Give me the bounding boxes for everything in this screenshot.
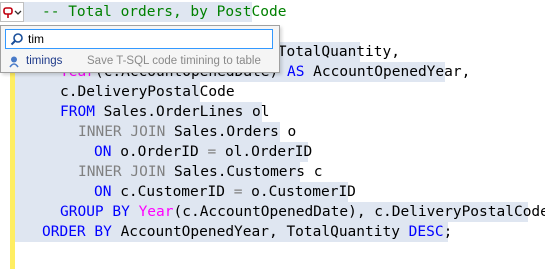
code-token: -- Total orders, by PostCode: [42, 4, 287, 20]
code-line: ORDER BY AccountOpenedYear, TotalQuantit…: [42, 222, 452, 242]
snippet-description: Save T-SQL code timining to table: [87, 55, 261, 67]
code-token: c.CustomerID: [111, 184, 234, 200]
snippet-toggle-icon: [3, 7, 22, 18]
code-token: TotalQuantity,: [269, 44, 400, 60]
code-token: INNER JOIN: [78, 164, 166, 180]
code-token: o.CustomerID: [242, 184, 356, 200]
code-token: ol.OrderID: [216, 144, 313, 160]
code-line: -- Total orders, by PostCode: [42, 2, 286, 22]
code-token: FROM: [60, 104, 95, 120]
code-token: AS: [286, 64, 305, 80]
code-token: ;: [443, 224, 453, 240]
search-icon: [10, 33, 23, 46]
snippet-toggle-button[interactable]: [0, 2, 24, 22]
code-line: INNER JOIN Sales.Orders o: [78, 122, 296, 142]
code-token: =: [207, 144, 217, 160]
search-box[interactable]: [5, 29, 273, 49]
search-input[interactable]: [28, 31, 268, 47]
code-token: Sales.Orders o: [165, 124, 297, 140]
code-token: ON: [94, 144, 112, 160]
code-token: Sales.OrderLines ol: [94, 104, 270, 120]
code-line: ON o.OrderID = ol.OrderID: [94, 142, 312, 162]
code-token: DESC: [408, 224, 444, 240]
code-line: c.DeliveryPostalCode: [60, 82, 235, 102]
code-line: FROM Sales.OrderLines ol: [60, 102, 270, 122]
code-token: ON: [94, 184, 112, 200]
code-token: o.OrderID: [111, 144, 208, 160]
code-token: (c.AccountOpenedDate), c.DeliveryPostalC…: [173, 204, 545, 220]
code-line: INNER JOIN Sales.Customers c: [78, 162, 322, 182]
code-token: c.DeliveryPostalCode: [60, 84, 235, 100]
code-token: Sales.Customers c: [165, 164, 323, 180]
code-token: Year: [138, 204, 174, 220]
snippet-search-popup: timings Save T-SQL code timining to tabl…: [0, 25, 280, 73]
snippet-icon: [9, 56, 19, 68]
snippet-result-item[interactable]: timings Save T-SQL code timining to tabl…: [2, 52, 278, 71]
code-token: ORDER BY: [42, 224, 112, 240]
code-token: GROUP BY: [60, 204, 139, 220]
code-line: GROUP BY Year(c.AccountOpenedDate), c.De…: [60, 202, 545, 222]
code-token: AccountOpenedYear,: [304, 64, 471, 80]
code-line: ON c.CustomerID = o.CustomerID: [94, 182, 356, 202]
code-token: AccountOpenedYear, TotalQuantity: [111, 224, 409, 240]
code-token: INNER JOIN: [78, 124, 166, 140]
snippet-name: timings: [26, 55, 63, 67]
